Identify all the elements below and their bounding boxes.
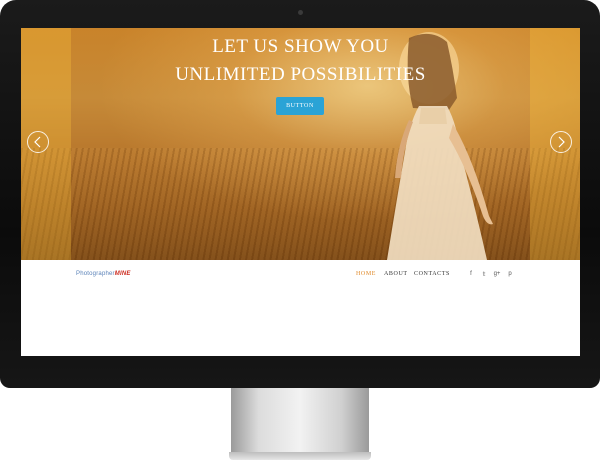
- logo-text-mine: MINE: [114, 271, 131, 277]
- pinterest-icon[interactable]: p: [505, 271, 515, 277]
- camera-dot: [298, 10, 303, 15]
- slider-prev-button[interactable]: [27, 131, 49, 153]
- monitor-frame: LET US SHOW YOU UNLIMITED POSSIBILITIES …: [0, 0, 600, 388]
- nav-link-home[interactable]: HOME: [356, 271, 376, 277]
- nav-link-contacts[interactable]: CONTACTS: [414, 271, 450, 277]
- chevron-right-icon: [558, 136, 565, 148]
- monitor-stand-neck: [231, 388, 369, 452]
- site-logo[interactable]: PhotographerMINE: [76, 271, 131, 277]
- logo-text-photographer: Photographer: [76, 271, 115, 277]
- website-screen: LET US SHOW YOU UNLIMITED POSSIBILITIES …: [21, 28, 580, 356]
- girl-in-field-photo: [387, 32, 493, 260]
- nav-link-about[interactable]: ABOUT: [384, 271, 408, 277]
- google-plus-icon[interactable]: g+: [492, 271, 502, 277]
- site-navbar: PhotographerMINE HOME ABOUT CONTACTS f 𝕥…: [21, 260, 580, 356]
- monitor-stand-base: [229, 452, 371, 460]
- chevron-left-icon: [34, 136, 41, 148]
- slider-next-button[interactable]: [550, 131, 572, 153]
- hero-slider: LET US SHOW YOU UNLIMITED POSSIBILITIES …: [21, 28, 580, 260]
- hero-cta-button[interactable]: BUTTON: [276, 97, 324, 115]
- hero-headline-line1: LET US SHOW YOU: [212, 36, 389, 57]
- facebook-icon[interactable]: f: [466, 271, 476, 277]
- twitter-icon[interactable]: 𝕥: [479, 271, 489, 278]
- hero-headline-line2: UNLIMITED POSSIBILITIES: [175, 64, 426, 85]
